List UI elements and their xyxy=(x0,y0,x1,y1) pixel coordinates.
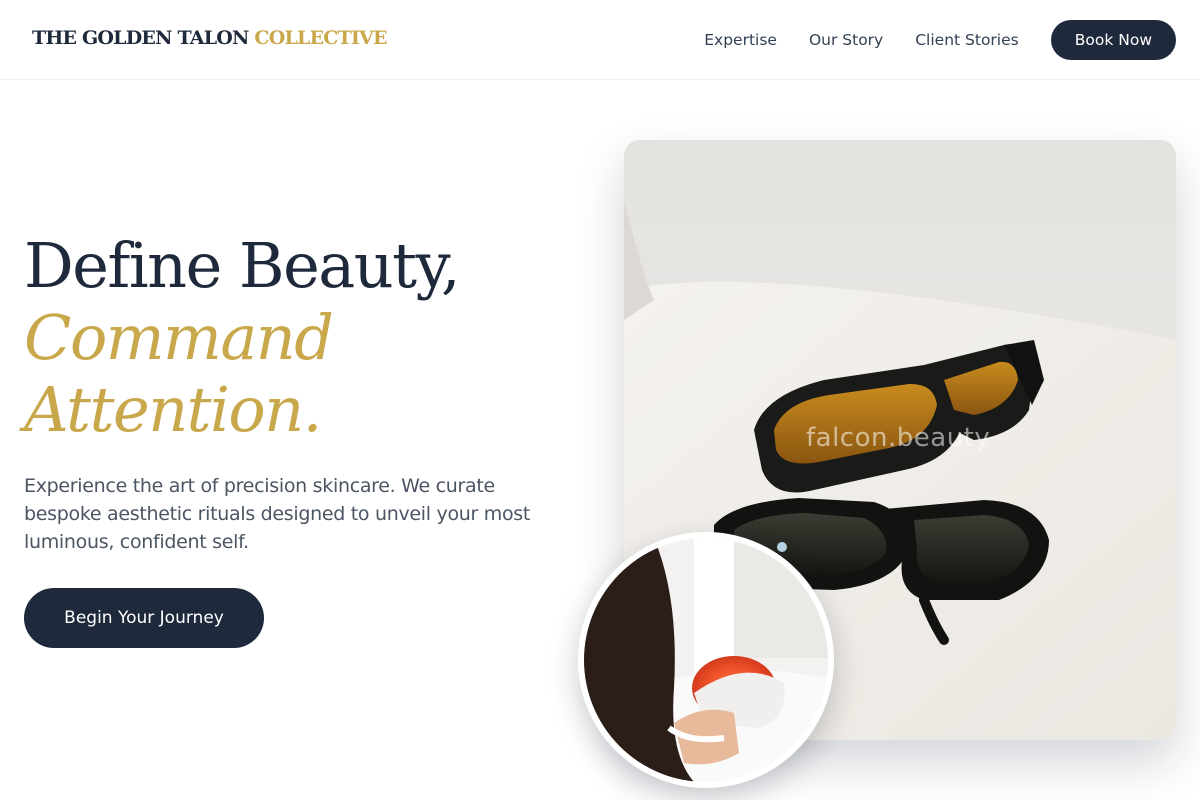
main-nav: Expertise Our Story Client Stories Book … xyxy=(704,20,1176,60)
book-now-button[interactable]: Book Now xyxy=(1050,20,1176,60)
nav-link-our-story[interactable]: Our Story xyxy=(809,31,883,49)
watermark-text: falcon.beauty xyxy=(806,423,991,453)
headline-line-2: Command xyxy=(24,301,334,374)
hero-subtext: Experience the art of precision skincare… xyxy=(24,475,531,553)
nav-link-expertise[interactable]: Expertise xyxy=(704,31,777,49)
light-therapy-illustration xyxy=(584,538,828,782)
brand-logo[interactable]: THE GOLDEN TALON COLLECTIVE xyxy=(32,27,387,49)
light-therapy-photo xyxy=(578,532,834,788)
nav-link-client-stories[interactable]: Client Stories xyxy=(915,31,1019,49)
brand-name-accent: COLLECTIVE xyxy=(254,27,387,49)
brand-name-main: THE GOLDEN TALON xyxy=(32,27,249,49)
begin-journey-button[interactable]: Begin Your Journey xyxy=(24,588,264,648)
hero-headline: Define Beauty, Command Attention. xyxy=(24,229,461,446)
headline-line-1: Define Beauty, xyxy=(24,229,461,302)
headline-line-3: Attention. xyxy=(24,373,322,446)
site-header: THE GOLDEN TALON COLLECTIVE Expertise Ou… xyxy=(0,0,1200,80)
